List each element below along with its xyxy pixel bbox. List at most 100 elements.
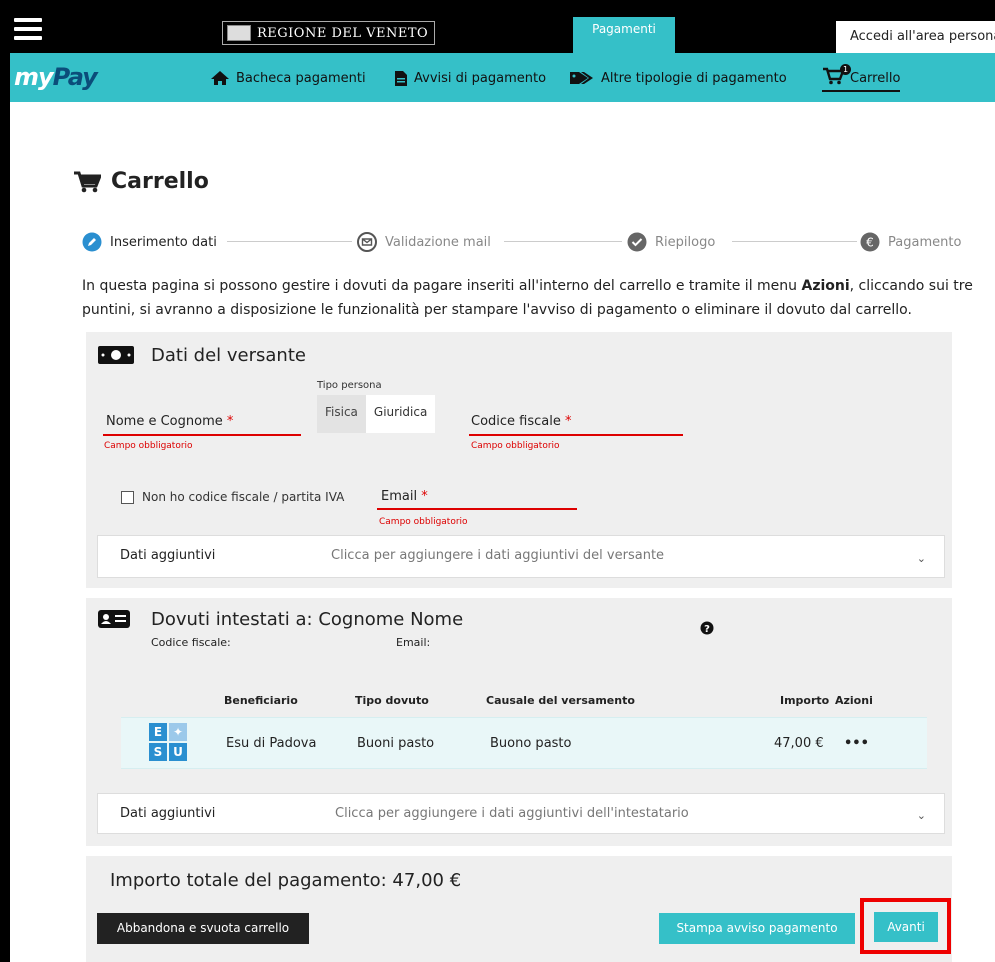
step-connector xyxy=(732,241,857,242)
versante-heading: Dati del versante xyxy=(97,344,306,366)
versante-heading-text: Dati del versante xyxy=(151,344,306,366)
esu-letter-e: E xyxy=(149,723,167,741)
versante-extra-accordion[interactable]: Dati aggiuntivi Clicca per aggiungere i … xyxy=(97,535,945,578)
row-actions-menu-icon[interactable]: ••• xyxy=(844,736,869,751)
tipo-persona-toggle: Fisica Giuridica xyxy=(317,395,436,433)
cell-importo: 47,00 € xyxy=(774,736,824,751)
step-connector xyxy=(504,241,622,242)
step-label: Validazione mail xyxy=(385,234,491,250)
required-mark: * xyxy=(226,414,234,429)
tag-icon xyxy=(570,72,593,84)
step-label: Riepilogo xyxy=(655,234,716,250)
esu-letter-u: U xyxy=(169,743,187,761)
cf-field[interactable]: Codice fiscale * xyxy=(471,414,572,429)
name-field-underline xyxy=(103,434,301,436)
accordion-title: Dati aggiuntivi xyxy=(120,548,216,563)
column-header-tipo-dovuto: Tipo dovuto xyxy=(355,694,429,707)
dovuti-extra-accordion[interactable]: Dati aggiuntivi Clicca per aggiungere i … xyxy=(97,793,945,834)
required-mark: * xyxy=(565,414,572,429)
pencil-icon xyxy=(82,232,102,252)
id-card-icon xyxy=(98,610,130,628)
name-field-label: Nome e Cognome xyxy=(106,414,223,429)
accordion-description: Clicca per aggiungere i dati aggiuntivi … xyxy=(335,806,689,821)
nav-altre-tipologie[interactable]: Altre tipologie di pagamento xyxy=(569,66,787,90)
crest-icon xyxy=(227,25,251,41)
email-field-underline xyxy=(377,508,577,510)
envelope-icon xyxy=(357,232,377,252)
abandon-cart-button[interactable]: Abbandona e svuota carrello xyxy=(97,913,309,944)
mypay-logo[interactable]: myPay xyxy=(14,63,98,91)
document-icon xyxy=(395,70,407,86)
nav-altre-label: Altre tipologie di pagamento xyxy=(601,70,787,86)
cart-icon xyxy=(74,171,101,192)
highlight-box xyxy=(860,898,951,954)
step-label: Inserimento dati xyxy=(110,234,217,250)
nav-avvisi-label: Avvisi di pagamento xyxy=(414,70,547,86)
table-row: E ✦ S U Esu di Padova Buoni pasto Buono … xyxy=(121,717,927,769)
nav-bacheca-label: Bacheca pagamenti xyxy=(236,70,366,86)
chevron-down-icon: ⌄ xyxy=(916,552,926,565)
page-title: Carrello xyxy=(73,169,209,194)
page-title-text: Carrello xyxy=(111,169,209,194)
no-cf-checkbox[interactable]: Non ho codice fiscale / partita IVA xyxy=(121,490,344,504)
svg-text:€: € xyxy=(866,236,874,250)
home-icon xyxy=(211,71,229,85)
step-riepilogo: Riepilogo xyxy=(627,232,722,252)
svg-text:?: ? xyxy=(704,624,710,635)
cf-field-underline xyxy=(469,434,683,436)
nav-avvisi[interactable]: Avvisi di pagamento xyxy=(394,66,546,90)
region-logo[interactable]: REGIONE DEL VENETO xyxy=(222,21,436,45)
progress-steps: Inserimento dati Validazione mail Riepil… xyxy=(82,232,992,252)
cf-error: Campo obbligatorio xyxy=(471,441,560,451)
tab-pagamenti[interactable]: Pagamenti xyxy=(573,17,675,53)
help-icon[interactable]: ? xyxy=(700,620,714,639)
no-cf-label: Non ho codice fiscale / partita IVA xyxy=(142,490,345,504)
step-inserimento-dati: Inserimento dati xyxy=(82,232,223,252)
region-name: REGIONE DEL VENETO xyxy=(257,25,429,41)
cell-beneficiario: Esu di Padova xyxy=(226,736,317,751)
column-header-importo: Importo xyxy=(780,694,830,707)
cf-field-label: Codice fiscale xyxy=(471,414,561,429)
print-notice-button[interactable]: Stampa avviso pagamento xyxy=(659,913,855,944)
cell-causale: Buono pasto xyxy=(490,736,572,751)
column-header-causale: Causale del versamento xyxy=(486,694,635,707)
column-header-beneficiario: Beneficiario xyxy=(224,694,298,707)
lion-icon: ✦ xyxy=(169,723,187,741)
tipo-fisica-option[interactable]: Fisica xyxy=(317,395,366,433)
top-bar: REGIONE DEL VENETO Pagamenti Accedi all'… xyxy=(10,8,995,53)
main-nav: myPay Bacheca pagamenti Avvisi di pagame… xyxy=(10,53,995,102)
nav-bacheca[interactable]: Bacheca pagamenti xyxy=(210,66,366,90)
total-amount: Importo totale del pagamento: 47,00 € xyxy=(110,870,462,891)
column-header-azioni: Azioni xyxy=(835,694,873,707)
dovuti-email-label: Email: xyxy=(396,636,431,649)
dovuti-heading-text: Dovuti intestati a: Cognome Nome xyxy=(151,608,464,630)
step-validazione-mail: Validazione mail xyxy=(357,232,497,252)
step-connector xyxy=(227,241,352,242)
accordion-title: Dati aggiuntivi xyxy=(120,806,216,821)
cell-tipo-dovuto: Buoni pasto xyxy=(357,736,435,751)
intro-azioni: Azioni xyxy=(801,278,850,294)
login-button[interactable]: Accedi all'area persona xyxy=(836,21,995,53)
step-pagamento: € Pagamento xyxy=(860,232,968,252)
dovuti-heading: Dovuti intestati a: Cognome Nome xyxy=(97,608,463,630)
cart-count-badge: 1 xyxy=(840,64,851,75)
intro-part: In questa pagina si possono gestire i do… xyxy=(82,278,802,294)
logo-my: my xyxy=(14,63,54,91)
email-field-label: Email xyxy=(381,489,418,504)
accordion-description: Clicca per aggiungere i dati aggiuntivi … xyxy=(331,548,665,563)
email-error: Campo obbligatorio xyxy=(379,517,468,527)
euro-icon: € xyxy=(860,232,880,252)
checkbox-box[interactable] xyxy=(121,490,134,504)
dovuti-cf-label: Codice fiscale: xyxy=(151,636,231,649)
esu-letter-s: S xyxy=(149,743,167,761)
browser-frame: REGIONE DEL VENETO Pagamenti Accedi all'… xyxy=(10,8,995,962)
esu-logo: E ✦ S U xyxy=(149,723,187,761)
check-icon xyxy=(627,232,647,252)
step-label: Pagamento xyxy=(888,234,962,250)
intro-text: In questa pagina si possono gestire i do… xyxy=(82,274,987,322)
name-field[interactable]: Nome e Cognome * xyxy=(106,414,233,429)
nav-carrello[interactable]: 1 Carrello xyxy=(822,64,901,92)
tipo-giuridica-option[interactable]: Giuridica xyxy=(365,395,436,433)
email-field[interactable]: Email * xyxy=(381,489,428,504)
hamburger-menu-icon[interactable] xyxy=(14,18,42,42)
